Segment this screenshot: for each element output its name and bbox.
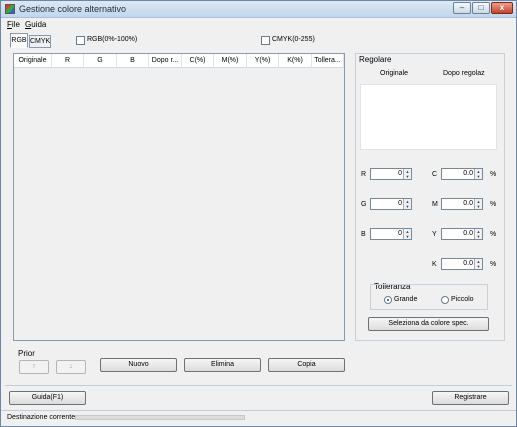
spin-down-icon: ▼ [403,234,411,239]
m-label: M [432,201,438,208]
column-header[interactable]: C(%) [182,54,214,68]
spin-down-icon: ▼ [474,204,482,209]
tolerance-small-label: Piccolo [451,296,474,303]
m-unit: % [490,201,497,208]
tolerance-large-label: Grande [394,296,418,303]
original-label: Originale [380,70,409,77]
y-unit: % [490,231,497,238]
copy-button[interactable]: Copia [268,358,345,372]
spin-down-icon: ▼ [474,234,482,239]
menu-bar: File Guida [1,18,516,30]
y-label: Y [432,231,437,238]
status-text: Destinazione corrente [7,414,76,421]
c-spinbox[interactable]: 0.0 ▲ ▼ [441,168,483,180]
main-window: Gestione colore alternativo – □ x File G… [0,0,517,427]
select-from-spec-color-button[interactable]: Seleziona da colore spec. [368,317,489,331]
close-button[interactable]: x [491,2,513,14]
list-header: Originale R G B Dopo r... C(%) M(%) Y(%)… [14,54,344,68]
tab-cmyk[interactable]: CMYK [29,35,51,48]
spin-down-icon: ▼ [474,264,482,269]
r-spinbox[interactable]: 0 ▲ ▼ [370,168,412,180]
menu-guida[interactable]: Guida [25,20,46,29]
cmyk-range-checkbox[interactable] [261,36,270,45]
c-unit: % [490,171,497,178]
priority-up-button[interactable]: ↑ [19,360,49,374]
c-label: C [432,171,438,178]
rgb-percent-checkbox[interactable] [76,36,85,45]
g-spinbox[interactable]: 0 ▲ ▼ [370,198,412,210]
after-adjust-label: Dopo regolaz [443,70,485,77]
help-button[interactable]: Guida(F1) [9,391,86,405]
cmyk-range-label: CMYK(0-255) [272,36,315,43]
tab-rgb[interactable]: RGB [10,33,28,48]
status-progress [75,415,245,420]
column-header[interactable]: Tollera... [312,54,344,68]
b-label: B [361,231,366,238]
rgb-percent-label: RGB(0%-100%) [87,36,138,43]
b-spinbox[interactable]: 0 ▲ ▼ [370,228,412,240]
separator [5,385,512,386]
priority-label: Prior [18,349,35,358]
priority-down-button[interactable]: ↓ [56,360,86,374]
column-header[interactable]: K(%) [279,54,312,68]
window-title: Gestione colore alternativo [19,4,127,14]
new-button[interactable]: Nuovo [100,358,177,372]
title-bar: Gestione colore alternativo – □ x [1,1,516,18]
status-bar: Destinazione corrente [1,410,516,424]
column-header[interactable]: Dopo r... [149,54,182,68]
delete-button[interactable]: Elimina [184,358,261,372]
spin-down-icon: ▼ [474,174,482,179]
g-label: G [361,201,367,208]
app-icon [5,4,15,14]
column-header[interactable]: G [84,54,117,68]
color-preview [360,84,497,150]
tolerance-small-radio[interactable] [441,296,449,304]
adjust-title: Regolare [359,55,392,64]
k-label: K [432,261,437,268]
register-button[interactable]: Registrare [432,391,509,405]
column-header[interactable]: Originale [14,54,52,68]
color-list[interactable]: Originale R G B Dopo r... C(%) M(%) Y(%)… [13,53,345,341]
minimize-button[interactable]: – [453,2,471,14]
menu-file[interactable]: File [7,20,20,29]
column-header[interactable]: R [52,54,84,68]
column-header[interactable]: M(%) [214,54,247,68]
y-spinbox[interactable]: 0.0 ▲ ▼ [441,228,483,240]
k-spinbox[interactable]: 0.0 ▲ ▼ [441,258,483,270]
k-unit: % [490,261,497,268]
m-spinbox[interactable]: 0.0 ▲ ▼ [441,198,483,210]
spin-down-icon: ▼ [403,204,411,209]
column-header[interactable]: Y(%) [247,54,279,68]
column-header[interactable]: B [117,54,149,68]
maximize-button[interactable]: □ [472,2,490,14]
spin-down-icon: ▼ [403,174,411,179]
tolerance-large-radio[interactable] [384,296,392,304]
r-label: R [361,171,367,178]
